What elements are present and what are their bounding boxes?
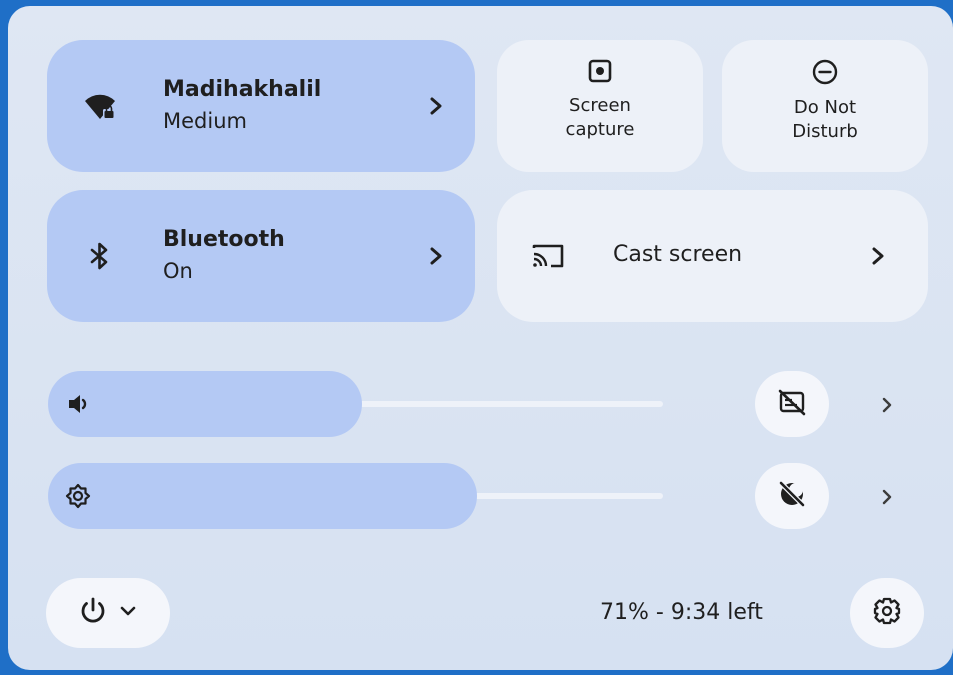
gear-icon [872,596,902,630]
do-not-disturb-icon [811,58,839,90]
power-icon [78,596,108,630]
brightness-icon [65,483,91,509]
bluetooth-tile[interactable]: Bluetooth On [47,190,475,322]
captions-off-icon [777,387,807,421]
chevron-right-icon[interactable] [425,95,447,117]
screen-capture-icon [587,58,613,88]
power-menu-button[interactable] [46,578,170,648]
chevron-right-icon[interactable] [878,488,896,506]
bluetooth-title: Bluetooth [163,227,285,252]
do-not-disturb-label: Do Not Disturb [792,97,858,142]
cast-screen-label: Cast screen [613,242,743,267]
chevron-down-icon [118,601,138,625]
settings-button[interactable] [850,578,924,648]
chevron-right-icon[interactable] [425,245,447,267]
screen-capture-label: Screen capture [565,95,635,140]
chevron-right-icon[interactable] [867,245,889,267]
bluetooth-status: On [163,259,193,283]
network-status: Medium [163,109,247,133]
battery-status: 71% - 9:34 left [600,600,763,625]
captions-toggle-button[interactable] [755,371,829,437]
bluetooth-texts: Bluetooth On [163,226,285,286]
network-tile[interactable]: Madihakhalil Medium [47,40,475,172]
night-light-toggle-button[interactable] [755,463,829,529]
bluetooth-icon [83,239,117,273]
screen-capture-tile[interactable]: Screen capture [497,40,703,172]
cast-icon [531,242,565,274]
volume-slider-fill[interactable] [48,371,362,437]
volume-icon [65,391,91,417]
wifi-locked-icon [83,89,117,123]
chevron-right-icon[interactable] [878,396,896,414]
night-light-off-icon [777,479,807,513]
brightness-slider-fill[interactable] [48,463,477,529]
network-texts: Madihakhalil Medium [163,76,321,136]
network-name: Madihakhalil [163,77,322,102]
quick-settings-panel: Madihakhalil Medium Screen capture Do No… [8,6,953,670]
cast-screen-tile[interactable]: Cast screen [497,190,928,322]
do-not-disturb-tile[interactable]: Do Not Disturb [722,40,928,172]
